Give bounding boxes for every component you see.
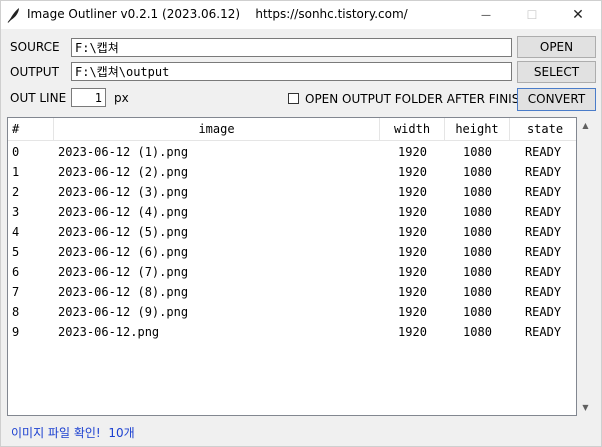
scroll-up-arrow-icon[interactable]: ▲ bbox=[577, 117, 594, 134]
row-state: READY bbox=[524, 245, 562, 259]
output-field[interactable]: F:\캡쳐\output bbox=[71, 62, 512, 81]
maximize-icon: ☐ bbox=[526, 8, 538, 22]
open-button[interactable]: OPEN bbox=[517, 36, 596, 58]
select-button[interactable]: SELECT bbox=[517, 61, 596, 83]
row-height: 1080 bbox=[463, 165, 492, 179]
row-index: 1 bbox=[12, 165, 20, 179]
row-image: 2023-06-12 (2).png bbox=[58, 165, 189, 179]
row-state: READY bbox=[524, 265, 562, 279]
row-state: READY bbox=[524, 225, 562, 239]
row-image: 2023-06-12 (1).png bbox=[58, 145, 189, 159]
column-header-index[interactable]: # bbox=[8, 118, 54, 140]
row-width: 1920 bbox=[398, 205, 427, 219]
row-index: 5 bbox=[12, 245, 20, 259]
row-height: 1080 bbox=[463, 145, 492, 159]
row-image: 2023-06-12.png bbox=[58, 325, 160, 339]
row-index: 7 bbox=[12, 285, 20, 299]
row-state: READY bbox=[524, 145, 562, 159]
table-row[interactable]: 4 2023-06-12 (5).png 1920 1080 READY bbox=[8, 222, 576, 242]
open-folder-checkbox[interactable] bbox=[288, 93, 299, 104]
row-width: 1920 bbox=[398, 165, 427, 179]
row-index: 8 bbox=[12, 305, 20, 319]
row-height: 1080 bbox=[463, 265, 492, 279]
title-bar[interactable]: Image Outliner v0.2.1 (2023.06.12) https… bbox=[1, 1, 601, 29]
outline-unit-label: px bbox=[114, 91, 129, 105]
table-row[interactable]: 2 2023-06-12 (3).png 1920 1080 READY bbox=[8, 182, 576, 202]
row-image: 2023-06-12 (8).png bbox=[58, 285, 189, 299]
table-row[interactable]: 6 2023-06-12 (7).png 1920 1080 READY bbox=[8, 262, 576, 282]
row-index: 2 bbox=[12, 185, 20, 199]
row-width: 1920 bbox=[398, 245, 427, 259]
column-header-height[interactable]: height bbox=[445, 118, 510, 140]
row-height: 1080 bbox=[463, 325, 492, 339]
minimize-button[interactable]: — bbox=[463, 1, 509, 29]
row-image: 2023-06-12 (5).png bbox=[58, 225, 189, 239]
output-label: OUTPUT bbox=[10, 65, 59, 79]
outline-width-input[interactable]: 1 bbox=[71, 88, 106, 107]
row-image: 2023-06-12 (9).png bbox=[58, 305, 189, 319]
row-index: 6 bbox=[12, 265, 20, 279]
row-height: 1080 bbox=[463, 285, 492, 299]
row-state: READY bbox=[524, 165, 562, 179]
row-state: READY bbox=[524, 285, 562, 299]
row-image: 2023-06-12 (6).png bbox=[58, 245, 189, 259]
column-header-width[interactable]: width bbox=[380, 118, 445, 140]
table-row[interactable]: 8 2023-06-12 (9).png 1920 1080 READY bbox=[8, 302, 576, 322]
feather-icon bbox=[7, 8, 19, 23]
row-width: 1920 bbox=[398, 185, 427, 199]
table-row[interactable]: 9 2023-06-12.png 1920 1080 READY bbox=[8, 322, 576, 342]
status-text: 이미지 파일 확인! 10개 bbox=[11, 426, 135, 440]
minimize-icon: — bbox=[481, 9, 491, 21]
table-row[interactable]: 7 2023-06-12 (8).png 1920 1080 READY bbox=[8, 282, 576, 302]
column-header-image[interactable]: image bbox=[54, 118, 380, 140]
list-header: # image width height state bbox=[8, 118, 576, 141]
vertical-scrollbar[interactable]: ▲ ▼ bbox=[577, 117, 594, 416]
close-icon: ✕ bbox=[572, 7, 584, 23]
table-row[interactable]: 3 2023-06-12 (4).png 1920 1080 READY bbox=[8, 202, 576, 222]
row-width: 1920 bbox=[398, 325, 427, 339]
row-width: 1920 bbox=[398, 225, 427, 239]
row-image: 2023-06-12 (4).png bbox=[58, 205, 189, 219]
app-window: Image Outliner v0.2.1 (2023.06.12) https… bbox=[0, 0, 602, 447]
row-height: 1080 bbox=[463, 205, 492, 219]
row-state: READY bbox=[524, 205, 562, 219]
source-field[interactable]: F:\캡쳐 bbox=[71, 38, 512, 57]
row-image: 2023-06-12 (3).png bbox=[58, 185, 189, 199]
row-width: 1920 bbox=[398, 265, 427, 279]
convert-button[interactable]: CONVERT bbox=[517, 88, 596, 111]
row-state: READY bbox=[524, 325, 562, 339]
row-width: 1920 bbox=[398, 305, 427, 319]
row-height: 1080 bbox=[463, 305, 492, 319]
row-height: 1080 bbox=[463, 185, 492, 199]
open-folder-label[interactable]: OPEN OUTPUT FOLDER AFTER FINISH bbox=[305, 92, 528, 106]
window-title: Image Outliner v0.2.1 (2023.06.12) https… bbox=[27, 7, 408, 21]
column-header-state[interactable]: state bbox=[510, 118, 576, 140]
outline-label: OUT LINE bbox=[10, 91, 67, 105]
maximize-button[interactable]: ☐ bbox=[509, 1, 555, 29]
scroll-down-arrow-icon[interactable]: ▼ bbox=[577, 399, 594, 416]
row-height: 1080 bbox=[463, 245, 492, 259]
source-label: SOURCE bbox=[10, 40, 60, 54]
row-index: 4 bbox=[12, 225, 20, 239]
image-list[interactable]: # image width height state 0 2023-06-12 … bbox=[7, 117, 577, 416]
table-row[interactable]: 1 2023-06-12 (2).png 1920 1080 READY bbox=[8, 162, 576, 182]
row-state: READY bbox=[524, 305, 562, 319]
row-index: 3 bbox=[12, 205, 20, 219]
row-width: 1920 bbox=[398, 145, 427, 159]
row-width: 1920 bbox=[398, 285, 427, 299]
row-index: 0 bbox=[12, 145, 20, 159]
table-row[interactable]: 5 2023-06-12 (6).png 1920 1080 READY bbox=[8, 242, 576, 262]
close-button[interactable]: ✕ bbox=[555, 1, 601, 29]
row-state: READY bbox=[524, 185, 562, 199]
table-row[interactable]: 0 2023-06-12 (1).png 1920 1080 READY bbox=[8, 142, 576, 162]
row-index: 9 bbox=[12, 325, 20, 339]
row-height: 1080 bbox=[463, 225, 492, 239]
row-image: 2023-06-12 (7).png bbox=[58, 265, 189, 279]
